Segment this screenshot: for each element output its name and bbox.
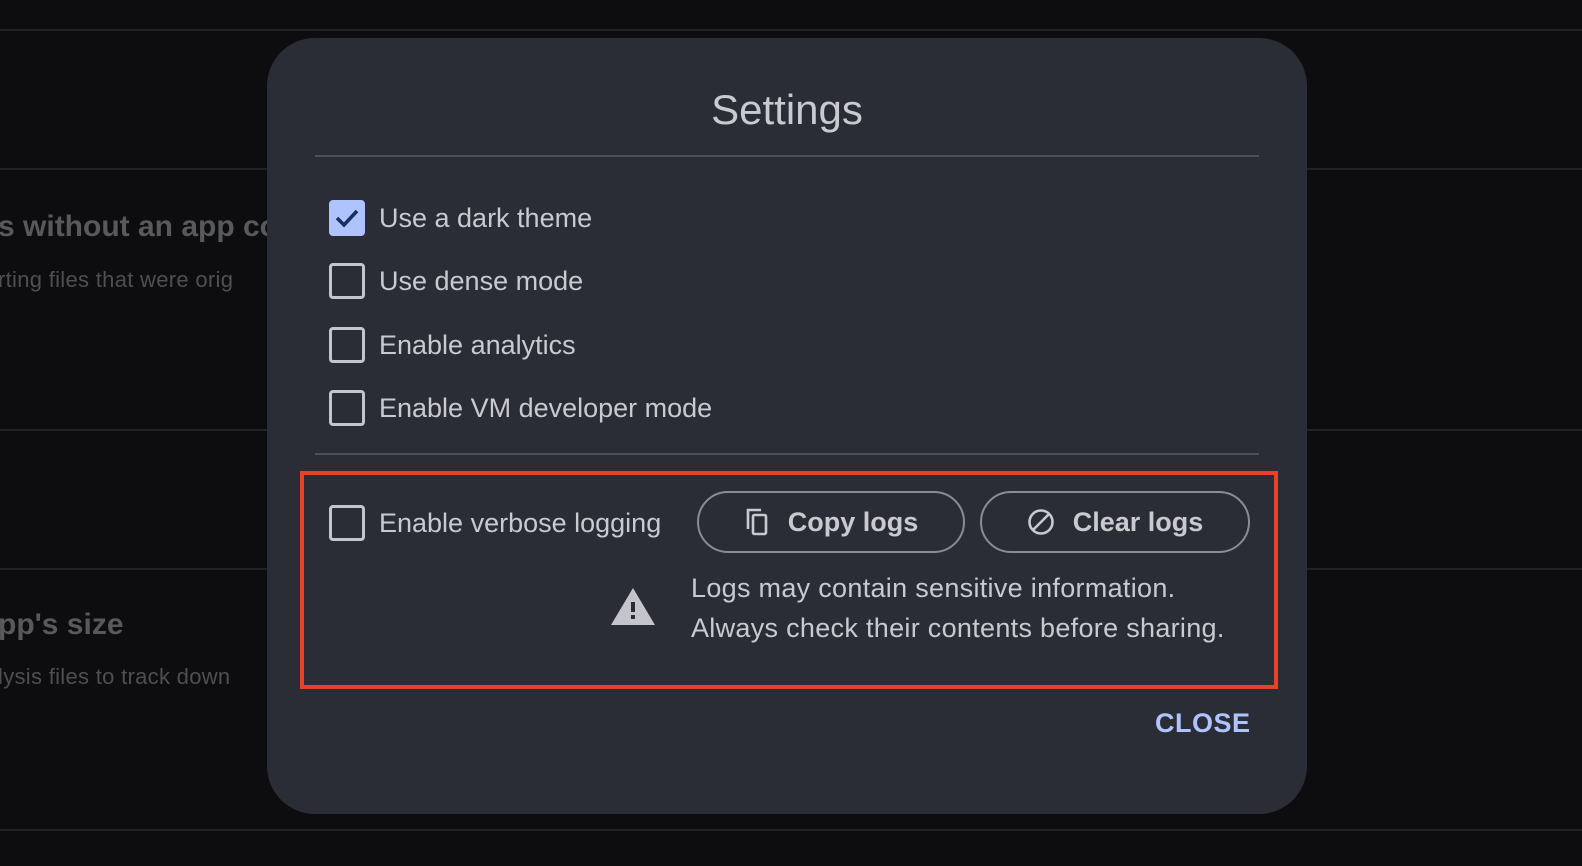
option-verbose-logging[interactable]: Enable verbose logging <box>329 503 661 543</box>
analytics-checkbox[interactable] <box>329 327 365 363</box>
copy-icon <box>744 507 770 537</box>
option-label: Enable verbose logging <box>379 507 662 538</box>
copy-logs-label: Copy logs <box>787 506 919 537</box>
background-divider <box>0 29 1582 31</box>
option-dark-theme[interactable]: Use a dark theme <box>329 198 592 238</box>
clear-logs-label: Clear logs <box>1072 506 1204 537</box>
title-divider <box>315 155 1259 157</box>
logs-warning-text: Logs may contain sensitive information. … <box>691 568 1225 648</box>
warning-line: Logs may contain sensitive information. <box>691 573 1176 603</box>
option-label: Use dense mode <box>379 265 584 296</box>
background-section-title: s without an app co <box>0 210 279 243</box>
option-label: Enable analytics <box>379 329 576 360</box>
dark-theme-checkbox[interactable] <box>329 200 365 236</box>
close-button[interactable]: CLOSE <box>1155 708 1251 739</box>
clear-logs-button[interactable]: Clear logs <box>980 491 1250 553</box>
options-divider <box>315 453 1259 455</box>
checkmark-icon <box>335 209 359 228</box>
dialog-title: Settings <box>711 86 863 133</box>
verbose-logging-checkbox[interactable] <box>329 505 365 541</box>
block-icon <box>1027 508 1055 536</box>
warning-icon <box>610 586 656 631</box>
copy-logs-button[interactable]: Copy logs <box>697 491 965 553</box>
dense-mode-checkbox[interactable] <box>329 263 365 299</box>
background-section-subtitle: rting files that were orig <box>0 267 234 292</box>
option-dense-mode[interactable]: Use dense mode <box>329 261 583 301</box>
background-section-title: pp's size <box>0 608 124 641</box>
option-analytics[interactable]: Enable analytics <box>329 325 576 365</box>
settings-dialog: Settings Use a dark theme Use dense mode… <box>267 38 1307 814</box>
option-vm-developer-mode[interactable]: Enable VM developer mode <box>329 388 712 428</box>
option-label: Use a dark theme <box>379 202 593 233</box>
background-section-subtitle: lysis files to track down <box>0 664 231 689</box>
vm-developer-mode-checkbox[interactable] <box>329 390 365 426</box>
background-divider <box>0 829 1582 831</box>
warning-line: Always check their contents before shari… <box>691 613 1225 643</box>
option-label: Enable VM developer mode <box>379 392 713 423</box>
